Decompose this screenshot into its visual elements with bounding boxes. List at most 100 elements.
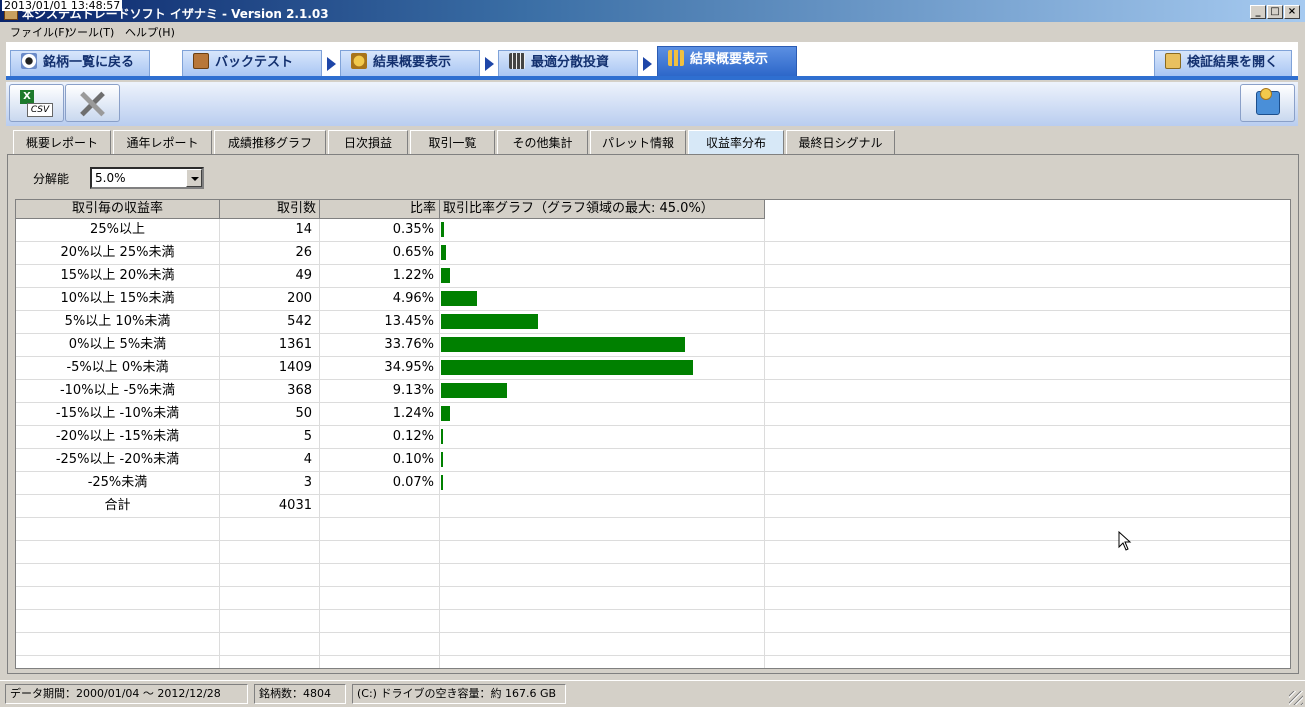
table-row[interactable] — [16, 564, 1290, 587]
cell-empty — [765, 587, 1290, 610]
cell-empty — [16, 633, 220, 656]
cell-return-range: -25%以上 -20%未満 — [16, 449, 220, 472]
table-row[interactable] — [16, 610, 1290, 633]
bar-chart-icon — [668, 50, 684, 66]
table-row[interactable]: -10%以上 -5%未満 368 9.13% — [16, 380, 1290, 403]
status-disk-space: (C:) ドライブの空き容量：約 167.6 GB — [352, 684, 566, 704]
cell-empty — [220, 518, 320, 541]
cell-empty — [765, 564, 1290, 587]
header-count[interactable]: 取引数 — [220, 200, 320, 219]
table-row[interactable] — [16, 633, 1290, 656]
header-ratio-graph[interactable]: 取引比率グラフ（グラフ領域の最大: 45.0%） — [440, 200, 765, 219]
header-return-range[interactable]: 取引毎の収益率 — [16, 200, 220, 219]
cell-ratio: 0.07% — [320, 472, 440, 495]
menu-tools[interactable]: ツール(T) — [66, 24, 114, 40]
tab-trade-list[interactable]: 取引一覧 — [410, 130, 495, 155]
cell-empty — [765, 518, 1290, 541]
table-row[interactable]: -5%以上 0%未満 1409 34.95% — [16, 357, 1290, 380]
minimize-button[interactable]: _ — [1250, 5, 1266, 19]
table-row[interactable] — [16, 656, 1290, 668]
cell-count: 3 — [220, 472, 320, 495]
settings-button[interactable] — [65, 84, 120, 122]
tab-palette-info[interactable]: パレット情報 — [590, 130, 686, 155]
ratio-bar — [441, 406, 450, 421]
table-row[interactable]: -25%以上 -20%未満 4 0.10% — [16, 449, 1290, 472]
cell-ratio: 4.96% — [320, 288, 440, 311]
tab-optimal-diversification[interactable]: 最適分散投資 — [498, 50, 638, 76]
tab-other-stats[interactable]: その他集計 — [497, 130, 588, 155]
cell-return-range: -20%以上 -15%未満 — [16, 426, 220, 449]
tab-summary-report[interactable]: 概要レポート — [13, 130, 111, 155]
tab-daily-pnl[interactable]: 日次損益 — [328, 130, 408, 155]
table-row[interactable]: 15%以上 20%未満 49 1.22% — [16, 265, 1290, 288]
ratio-bar — [441, 452, 443, 467]
menu-file[interactable]: ファイル(F) — [10, 24, 69, 40]
table-row[interactable] — [16, 518, 1290, 541]
table-row[interactable]: 10%以上 15%未満 200 4.96% — [16, 288, 1290, 311]
cell-empty — [765, 219, 1290, 242]
ratio-bar — [441, 222, 444, 237]
mouse-cursor-icon — [1118, 531, 1132, 551]
cell-empty — [440, 518, 765, 541]
tab-result-summary-2[interactable]: 結果概要表示 — [657, 46, 797, 76]
tab-return-distribution[interactable]: 収益率分布 — [688, 130, 784, 155]
cell-empty — [440, 656, 765, 668]
cell-ratio: 0.12% — [320, 426, 440, 449]
tab-back-to-list[interactable]: 銘柄一覧に戻る — [10, 50, 150, 76]
resolution-select[interactable]: 5.0% — [90, 167, 204, 189]
table-row[interactable]: 25%以上 14 0.35% — [16, 219, 1290, 242]
cell-empty — [220, 610, 320, 633]
table-row[interactable]: 20%以上 25%未満 26 0.65% — [16, 242, 1290, 265]
report-export-button[interactable] — [1240, 84, 1295, 122]
tab-label: 最適分散投資 — [531, 55, 610, 70]
close-button[interactable]: × — [1284, 5, 1300, 19]
cell-empty — [220, 587, 320, 610]
tab-backtest[interactable]: バックテスト — [182, 50, 322, 76]
tab-label: 結果概要表示 — [690, 52, 769, 67]
table-row[interactable]: 0%以上 5%未満 1361 33.76% — [16, 334, 1290, 357]
cell-ratio-graph — [440, 449, 765, 472]
table-row[interactable] — [16, 541, 1290, 564]
ratio-bar — [441, 268, 450, 283]
csv-export-button[interactable]: X CSV — [9, 84, 64, 122]
cell-count: 200 — [220, 288, 320, 311]
cell-ratio: 34.95% — [320, 357, 440, 380]
tab-result-summary-1[interactable]: 結果概要表示 — [340, 50, 480, 76]
cell-return-range: 合計 — [16, 495, 220, 518]
chevron-down-icon[interactable] — [186, 169, 202, 187]
table-row[interactable] — [16, 587, 1290, 610]
table-row[interactable]: -25%未満 3 0.07% — [16, 472, 1290, 495]
menu-help[interactable]: ヘルプ(H) — [125, 24, 175, 40]
header-ratio[interactable]: 比率 — [320, 200, 440, 219]
cell-ratio: 13.45% — [320, 311, 440, 334]
table-row[interactable]: 5%以上 10%未満 542 13.45% — [16, 311, 1290, 334]
open-results-button[interactable]: 検証結果を開く — [1154, 50, 1292, 76]
grid-icon — [509, 53, 525, 69]
maximize-button[interactable]: □ — [1267, 5, 1283, 19]
tab-label: バックテスト — [215, 55, 294, 70]
status-bar: データ期間：2000/01/04 〜 2012/12/28 銘柄数：4804 (… — [0, 680, 1305, 707]
cell-empty — [765, 288, 1290, 311]
tab-last-day-signal[interactable]: 最終日シグナル — [786, 130, 895, 155]
cell-empty — [320, 518, 440, 541]
cell-empty — [765, 242, 1290, 265]
resize-grip[interactable] — [1289, 691, 1303, 705]
eye-icon — [21, 53, 37, 69]
cell-empty — [440, 633, 765, 656]
cell-empty — [220, 656, 320, 668]
table-row[interactable]: -15%以上 -10%未満 50 1.24% — [16, 403, 1290, 426]
table-row[interactable]: 合計 4031 — [16, 495, 1290, 518]
resolution-value: 5.0% — [95, 171, 126, 185]
cell-return-range: -25%未満 — [16, 472, 220, 495]
tab-performance-graph[interactable]: 成績推移グラフ — [214, 130, 326, 155]
cell-ratio-graph — [440, 288, 765, 311]
main-tab-strip: 銘柄一覧に戻る バックテスト 結果概要表示 最適分散投資 結果概要表示 検証結果… — [6, 42, 1298, 80]
tab-annual-report[interactable]: 通年レポート — [113, 130, 212, 155]
money-box-icon — [1256, 88, 1280, 115]
cell-count: 368 — [220, 380, 320, 403]
cell-empty — [320, 656, 440, 668]
cell-empty — [440, 610, 765, 633]
table-row[interactable]: -20%以上 -15%未満 5 0.12% — [16, 426, 1290, 449]
cell-count: 1361 — [220, 334, 320, 357]
cell-empty — [765, 472, 1290, 495]
